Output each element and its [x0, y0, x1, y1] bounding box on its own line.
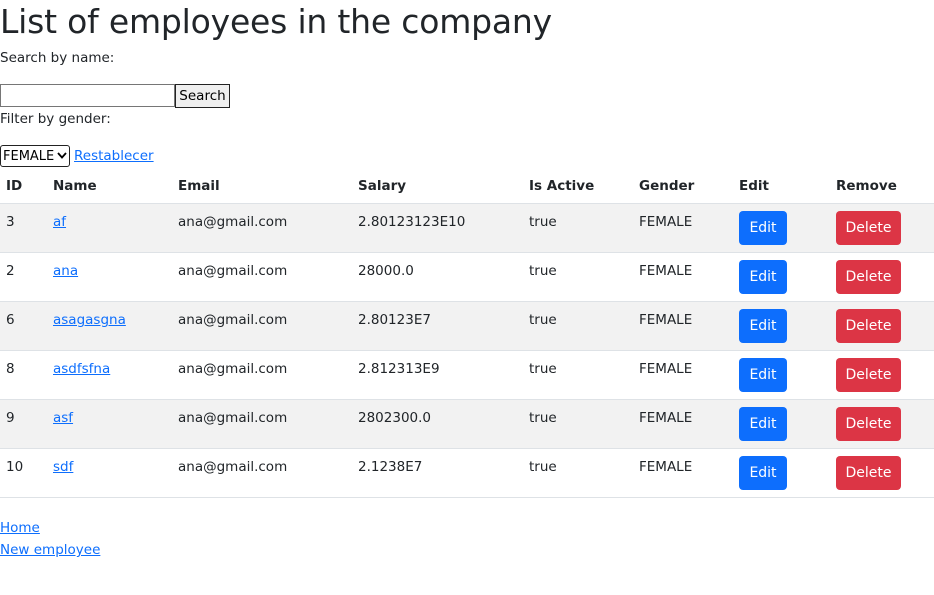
cell-is-active: true: [523, 350, 633, 400]
header-email: Email: [172, 168, 352, 204]
cell-id: 9: [0, 399, 47, 449]
cell-gender: FEMALE: [633, 252, 733, 302]
cell-gender: FEMALE: [633, 399, 733, 449]
cell-is-active: true: [523, 252, 633, 302]
delete-button[interactable]: Delete: [836, 407, 901, 441]
cell-is-active: true: [523, 399, 633, 449]
page-title: List of employees in the company: [0, 2, 552, 41]
employee-name-link[interactable]: asf: [53, 410, 73, 426]
search-label: Search by name:: [0, 50, 115, 66]
header-salary: Salary: [352, 168, 523, 204]
cell-gender: FEMALE: [633, 448, 733, 498]
cell-id: 6: [0, 301, 47, 351]
table-row: 10 sdf ana@gmail.com 2.1238E7 true FEMAL…: [0, 448, 934, 498]
header-gender: Gender: [633, 168, 733, 204]
employee-name-link[interactable]: asdfsfna: [53, 361, 110, 377]
delete-button[interactable]: Delete: [836, 211, 901, 245]
delete-button[interactable]: Delete: [836, 309, 901, 343]
edit-button[interactable]: Edit: [739, 211, 787, 245]
search-input[interactable]: [0, 84, 175, 107]
cell-email: ana@gmail.com: [172, 203, 352, 253]
edit-button[interactable]: Edit: [739, 260, 787, 294]
employees-table: ID Name Email Salary Is Active Gender Ed…: [0, 168, 934, 498]
delete-button[interactable]: Delete: [836, 358, 901, 392]
edit-button[interactable]: Edit: [739, 407, 787, 441]
header-id: ID: [0, 168, 47, 204]
cell-email: ana@gmail.com: [172, 448, 352, 498]
search-button[interactable]: Search: [175, 84, 230, 108]
delete-button[interactable]: Delete: [836, 456, 901, 490]
cell-id: 3: [0, 203, 47, 253]
cell-salary: 2802300.0: [352, 399, 523, 449]
cell-gender: FEMALE: [633, 350, 733, 400]
cell-salary: 2.80123123E10: [352, 203, 523, 253]
employee-name-link[interactable]: asagasgna: [53, 312, 126, 328]
table-row: 8 asdfsfna ana@gmail.com 2.812313E9 true…: [0, 350, 934, 400]
table-row: 2 ana ana@gmail.com 28000.0 true FEMALE …: [0, 252, 934, 302]
cell-gender: FEMALE: [633, 301, 733, 351]
table-header-row: ID Name Email Salary Is Active Gender Ed…: [0, 168, 934, 204]
header-edit: Edit: [733, 168, 830, 204]
cell-email: ana@gmail.com: [172, 252, 352, 302]
employee-name-link[interactable]: af: [53, 214, 66, 230]
cell-is-active: true: [523, 301, 633, 351]
gender-select-value: FEMALE: [3, 148, 55, 164]
cell-is-active: true: [523, 448, 633, 498]
edit-button[interactable]: Edit: [739, 358, 787, 392]
cell-id: 8: [0, 350, 47, 400]
cell-salary: 2.80123E7: [352, 301, 523, 351]
cell-email: ana@gmail.com: [172, 301, 352, 351]
table-row: 6 asagasgna ana@gmail.com 2.80123E7 true…: [0, 301, 934, 351]
cell-email: ana@gmail.com: [172, 399, 352, 449]
gender-select[interactable]: FEMALE: [0, 145, 70, 167]
cell-id: 2: [0, 252, 47, 302]
chevron-down-icon: [55, 151, 69, 162]
employee-name-link[interactable]: sdf: [53, 459, 73, 475]
edit-button[interactable]: Edit: [739, 309, 787, 343]
cell-salary: 2.812313E9: [352, 350, 523, 400]
cell-salary: 28000.0: [352, 252, 523, 302]
table-row: 9 asf ana@gmail.com 2802300.0 true FEMAL…: [0, 399, 934, 449]
home-link[interactable]: Home: [0, 519, 40, 537]
header-is-active: Is Active: [523, 168, 633, 204]
header-name: Name: [47, 168, 172, 204]
employee-name-link[interactable]: ana: [53, 263, 78, 279]
delete-button[interactable]: Delete: [836, 260, 901, 294]
cell-is-active: true: [523, 203, 633, 253]
new-employee-link[interactable]: New employee: [0, 541, 100, 559]
cell-gender: FEMALE: [633, 203, 733, 253]
table-row: 3 af ana@gmail.com 2.80123123E10 true FE…: [0, 203, 934, 253]
cell-id: 10: [0, 448, 47, 498]
cell-email: ana@gmail.com: [172, 350, 352, 400]
cell-salary: 2.1238E7: [352, 448, 523, 498]
edit-button[interactable]: Edit: [739, 456, 787, 490]
reset-link[interactable]: Restablecer: [74, 147, 154, 165]
header-remove: Remove: [830, 168, 934, 204]
filter-label: Filter by gender:: [0, 111, 111, 127]
